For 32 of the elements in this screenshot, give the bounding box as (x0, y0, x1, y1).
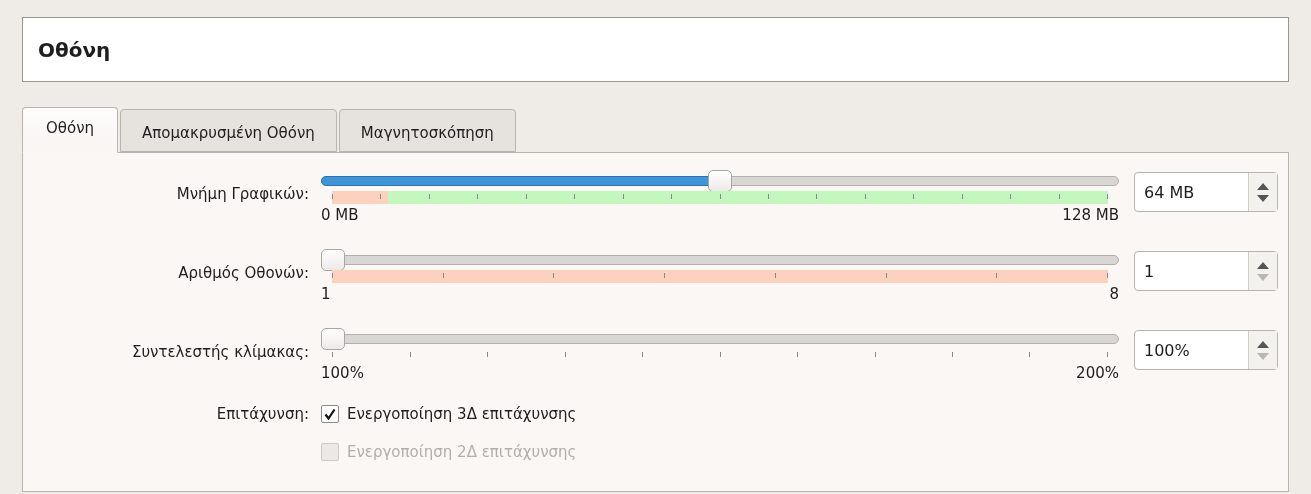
setting-label: Αριθμός Οθονών: (178, 264, 309, 282)
tab[interactable]: Απομακρυσμένη Οθόνη (120, 109, 337, 152)
max-value-label: 200% (1076, 364, 1119, 382)
setting-label: Επιτάχυνση: (216, 405, 309, 423)
slider-handle[interactable] (321, 249, 345, 271)
min-value-label: 0 MB (321, 206, 359, 224)
slider-handle[interactable] (321, 328, 345, 350)
arrow-up-icon[interactable] (1257, 182, 1269, 190)
spin-box[interactable]: 1 (1134, 251, 1278, 291)
spin-value: 64 MB (1143, 181, 1196, 204)
slider[interactable] (321, 328, 1119, 350)
arrow-up-icon[interactable] (1257, 340, 1269, 348)
spin-box[interactable]: 64 MB (1134, 172, 1278, 212)
setting-label: Συντελεστής κλίμακας: (131, 343, 309, 361)
checkbox-label: Ενεργοποίηση 3Δ επιτάχυνσης (347, 405, 577, 423)
arrow-down-icon[interactable] (1257, 194, 1269, 202)
slider[interactable] (321, 249, 1119, 271)
checkbox[interactable] (321, 405, 339, 423)
max-value-label: 128 MB (1062, 206, 1119, 224)
slider-handle[interactable] (708, 170, 732, 192)
min-value-label: 1 (321, 285, 331, 303)
min-value-label: 100% (321, 364, 364, 382)
checkbox-label: Ενεργοποίηση 2Δ επιτάχυνσης (347, 443, 577, 461)
tab[interactable]: Οθόνη (22, 107, 119, 153)
max-value-label: 8 (1109, 285, 1119, 303)
spin-box[interactable]: 100% (1134, 330, 1278, 370)
page-title: Οθόνη (38, 37, 111, 62)
spin-value: 100% (1143, 339, 1191, 362)
arrow-up-icon[interactable] (1257, 261, 1269, 269)
setting-label: Μνήμη Γραφικών: (176, 185, 309, 203)
spin-value: 1 (1143, 260, 1156, 283)
tab[interactable]: Μαγνητοσκόπηση (338, 109, 516, 152)
